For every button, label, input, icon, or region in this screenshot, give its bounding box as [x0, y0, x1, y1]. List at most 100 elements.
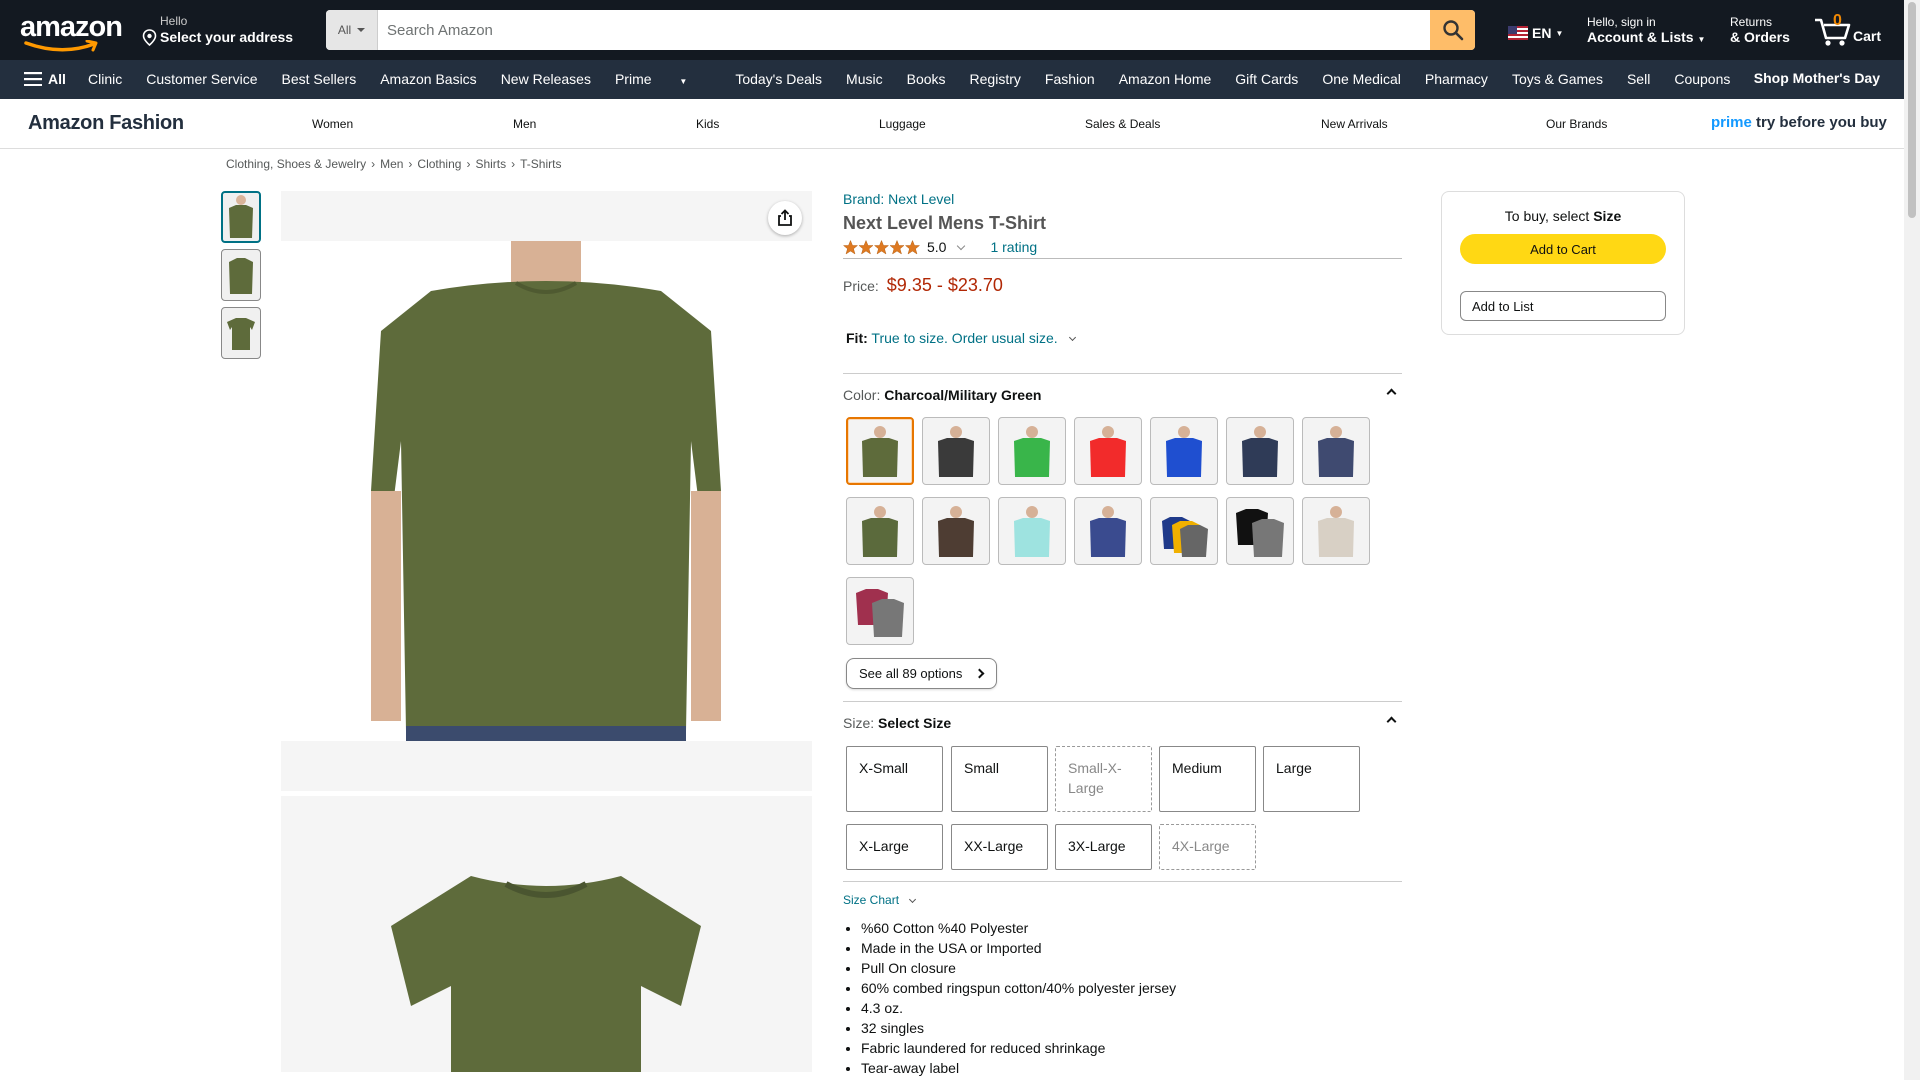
chevron-down-icon[interactable] — [957, 241, 966, 250]
feature-bullet: 4.3 oz. — [861, 998, 1176, 1018]
size-option-small[interactable]: Small — [951, 746, 1048, 812]
rating-value: 5.0 — [927, 239, 947, 255]
subnav-item-amazon-basics[interactable]: Amazon Basics — [380, 71, 476, 87]
amazon-logo[interactable]: amazon — [20, 11, 123, 52]
fashion-tab-luggage[interactable]: Luggage — [879, 117, 926, 131]
subnav-item-gift-cards[interactable]: Gift Cards — [1235, 71, 1298, 87]
color-swatch[interactable] — [1226, 417, 1294, 485]
returns-orders[interactable]: Returns & Orders — [1730, 15, 1790, 46]
search-input[interactable] — [378, 10, 1430, 50]
size-option-medium[interactable]: Medium — [1159, 746, 1256, 812]
color-swatch[interactable] — [1074, 497, 1142, 565]
chevron-up-icon[interactable] — [1386, 716, 1397, 727]
all-menu-label: All — [48, 71, 66, 87]
size-option-x-small[interactable]: X-Small — [846, 746, 943, 812]
main-product-image[interactable] — [281, 191, 812, 791]
account-menu[interactable]: Hello, sign in Account & Lists ▼ — [1587, 15, 1705, 46]
fashion-tab-our-brands[interactable]: Our Brands — [1546, 117, 1607, 131]
subnav-item-fashion[interactable]: Fashion — [1045, 71, 1095, 87]
breadcrumb-item[interactable]: Men — [380, 157, 403, 171]
buy-box: To buy, select Size Add to Cart Add to L… — [1441, 191, 1685, 335]
subnav-item-new-releases[interactable]: New Releases — [501, 71, 591, 87]
breadcrumb-item[interactable]: Shirts — [475, 157, 506, 171]
fashion-tab-new-arrivals[interactable]: New Arrivals — [1321, 117, 1388, 131]
color-swatch[interactable] — [846, 497, 914, 565]
color-swatch[interactable] — [998, 497, 1066, 565]
search-button[interactable] — [1430, 10, 1475, 50]
color-swatch[interactable] — [998, 417, 1066, 485]
rating-count-link[interactable]: 1 rating — [990, 239, 1037, 255]
color-swatch[interactable] — [922, 497, 990, 565]
add-to-cart-button[interactable]: Add to Cart — [1460, 234, 1666, 264]
page-scrollbar[interactable] — [1904, 0, 1920, 1080]
size-option-4x-large[interactable]: 4X-Large — [1159, 824, 1256, 870]
subnav-item-sell[interactable]: Sell — [1627, 71, 1650, 87]
see-all-options-button[interactable]: See all 89 options — [846, 658, 997, 689]
size-option-small-x-large[interactable]: Small-X-Large — [1055, 746, 1152, 812]
subnav-item-best-sellers[interactable]: Best Sellers — [282, 71, 357, 87]
subnav-item-customer-service[interactable]: Customer Service — [146, 71, 257, 87]
product-title: Next Level Mens T-Shirt — [843, 213, 1047, 233]
color-swatch[interactable] — [846, 417, 914, 485]
subnav-item-one-medical[interactable]: One Medical — [1322, 71, 1401, 87]
color-swatch-image — [938, 426, 974, 477]
brand-link[interactable]: Brand: Next Level — [843, 191, 1402, 207]
subnav-item-pharmacy[interactable]: Pharmacy — [1425, 71, 1488, 87]
size-option-x-large[interactable]: X-Large — [846, 824, 943, 870]
search-category-dropdown[interactable]: All — [326, 10, 378, 50]
amazon-fashion-logo[interactable]: Amazon Fashion — [28, 112, 184, 135]
color-swatch-image — [1318, 506, 1354, 557]
color-swatch[interactable] — [1074, 417, 1142, 485]
logo-text: amazon — [20, 11, 123, 43]
language-selector[interactable]: EN ▼ — [1508, 25, 1563, 41]
size-option-3x-large[interactable]: 3X-Large — [1055, 824, 1152, 870]
rating-row: 5.0 1 rating — [843, 238, 1402, 256]
color-swatch-image — [1090, 506, 1126, 557]
chevron-down-icon — [1068, 333, 1076, 342]
color-swatch[interactable] — [846, 577, 914, 645]
fashion-tab-men[interactable]: Men — [513, 117, 536, 131]
secondary-product-image[interactable] — [281, 796, 812, 1072]
cart-label: Cart — [1853, 28, 1882, 44]
subnav-item-clinic[interactable]: Clinic — [88, 71, 122, 87]
color-swatch[interactable] — [1150, 417, 1218, 485]
fashion-tab-sales-deals[interactable]: Sales & Deals — [1085, 117, 1160, 131]
subnav-item-amazon-home[interactable]: Amazon Home — [1119, 71, 1212, 87]
color-swatch[interactable] — [922, 417, 990, 485]
share-button[interactable] — [768, 201, 802, 235]
delivery-location[interactable]: Hello Select your address — [142, 14, 293, 46]
fashion-tab-women[interactable]: Women — [312, 117, 353, 131]
fit-info[interactable]: Fit: True to size. Order usual size. — [846, 330, 1076, 346]
fashion-tab-kids[interactable]: Kids — [696, 117, 719, 131]
product-thumbnail[interactable] — [221, 191, 261, 243]
prime-try-before-you-buy[interactable]: prime try before you buy — [1711, 114, 1887, 131]
cart-button[interactable]: 0 Cart — [1813, 12, 1883, 48]
color-swatch[interactable] — [1150, 497, 1218, 565]
subnav-item-music[interactable]: Music — [846, 71, 883, 87]
product-thumbnail[interactable] — [221, 249, 261, 301]
scrollbar-thumb[interactable] — [1908, 2, 1916, 218]
add-to-list-button[interactable]: Add to List — [1460, 291, 1666, 321]
star-rating[interactable] — [843, 239, 921, 255]
color-swatch[interactable] — [1226, 497, 1294, 565]
subnav-item-prime[interactable]: Prime ▼ — [615, 71, 711, 87]
breadcrumb-item[interactable]: Clothing, Shoes & Jewelry — [226, 157, 366, 171]
color-swatch[interactable] — [1302, 417, 1370, 485]
divider — [843, 373, 1402, 374]
breadcrumb-item[interactable]: Clothing — [417, 157, 461, 171]
all-menu-button[interactable]: All — [24, 71, 66, 87]
subnav-item-registry[interactable]: Registry — [970, 71, 1021, 87]
chevron-up-icon[interactable] — [1386, 388, 1397, 399]
breadcrumb-item[interactable]: T-Shirts — [520, 157, 561, 171]
subnav-item-books[interactable]: Books — [907, 71, 946, 87]
color-swatch[interactable] — [1302, 497, 1370, 565]
product-thumbnail[interactable] — [221, 307, 261, 359]
subnav-item-todays-deals[interactable]: Today's Deals — [735, 71, 822, 87]
size-option-large[interactable]: Large — [1263, 746, 1360, 812]
tshirt-front-thumbnail-image — [229, 195, 253, 238]
promo-link[interactable]: Shop Mother's Day — [1754, 70, 1880, 86]
subnav-item-coupons[interactable]: Coupons — [1674, 71, 1730, 87]
size-option-xx-large[interactable]: XX-Large — [951, 824, 1048, 870]
size-chart-link[interactable]: Size Chart — [843, 893, 917, 907]
subnav-item-toys-games[interactable]: Toys & Games — [1512, 71, 1603, 87]
